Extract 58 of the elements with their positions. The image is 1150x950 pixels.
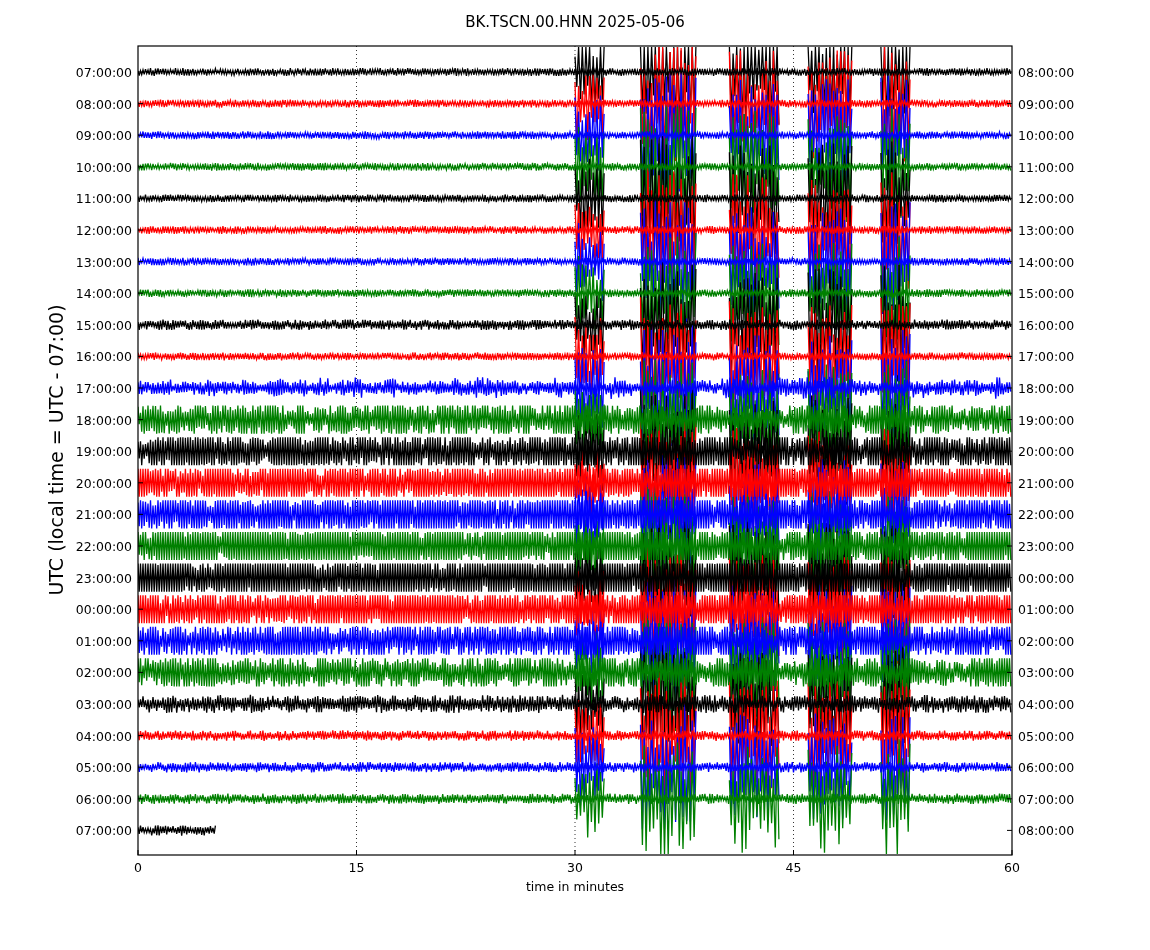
tick-label: 01:00:00 [75, 633, 132, 649]
chart-title: BK.TSCN.00.HNN 2025-05-06 [465, 13, 685, 31]
tick-label: 19:00:00 [75, 444, 132, 460]
tick-label: 04:00:00 [75, 728, 132, 744]
tick-label: 08:00:00 [1018, 823, 1075, 839]
tick-label: 07:00:00 [1018, 791, 1075, 807]
tick-label: 15:00:00 [75, 317, 132, 333]
tick-label: 18:00:00 [1018, 381, 1075, 396]
tick-label: 13:00:00 [1018, 223, 1075, 238]
tick-label: 05:00:00 [75, 760, 132, 776]
tick-label: 16:00:00 [1018, 317, 1075, 333]
tick-label: 03:00:00 [1018, 665, 1075, 681]
tick-label: 18:00:00 [75, 412, 132, 428]
tick-label: 02:00:00 [75, 665, 132, 681]
tick-label: 21:00:00 [75, 507, 132, 523]
tick-label: 08:00:00 [1018, 65, 1075, 80]
tick-label: 14:00:00 [75, 286, 132, 302]
tick-label: 21:00:00 [1018, 475, 1075, 491]
tick-label: 01:00:00 [1018, 602, 1075, 618]
tick-label: 10:00:00 [75, 159, 132, 175]
tick-label: 07:00:00 [75, 823, 132, 839]
tick-label: 30 [567, 860, 583, 875]
tick-label: 03:00:00 [75, 697, 132, 712]
tick-label: 06:00:00 [75, 791, 132, 807]
tick-label: 11:00:00 [75, 191, 132, 207]
tick-label: 09:00:00 [1018, 96, 1075, 112]
axis-title: time in minutes [525, 879, 625, 894]
tick-label: 23:00:00 [75, 570, 132, 586]
tick-label: 00:00:00 [75, 602, 132, 618]
tick-label: 12:00:00 [1018, 191, 1075, 207]
tick-label: 23:00:00 [1018, 539, 1075, 554]
tick-label: 09:00:00 [75, 128, 132, 144]
tick-label: 19:00:00 [1018, 412, 1075, 428]
tick-label: 14:00:00 [1018, 254, 1075, 270]
tick-label: 20:00:00 [1018, 444, 1075, 460]
axis-title: UTC (local time = UTC - 07:00) [45, 304, 67, 596]
tick-label: 20:00:00 [75, 475, 132, 491]
tick-label: 45 [785, 860, 802, 875]
tick-label: 0 [134, 860, 142, 875]
tick-label: 15:00:00 [1018, 286, 1075, 302]
tick-label: 60 [1004, 860, 1020, 875]
tick-label: 02:00:00 [1018, 633, 1075, 649]
tick-label: 22:00:00 [1018, 507, 1075, 523]
tick-label: 16:00:00 [75, 349, 132, 365]
tick-label: 22:00:00 [75, 539, 132, 554]
tick-label: 11:00:00 [1018, 159, 1075, 175]
tick-label: 08:00:00 [75, 96, 132, 112]
tick-label: 05:00:00 [1018, 728, 1075, 744]
tick-label: 17:00:00 [1018, 349, 1075, 365]
tick-label: 13:00:00 [75, 254, 132, 270]
tick-label: 17:00:00 [75, 381, 132, 396]
tick-label: 04:00:00 [1018, 697, 1075, 712]
tick-label: 12:00:00 [75, 223, 132, 238]
tick-label: 10:00:00 [1018, 128, 1075, 144]
tick-label: 06:00:00 [1018, 760, 1075, 776]
tick-label: 15 [348, 860, 365, 875]
tick-label: 07:00:00 [75, 65, 132, 80]
tick-label: 00:00:00 [1018, 570, 1075, 586]
